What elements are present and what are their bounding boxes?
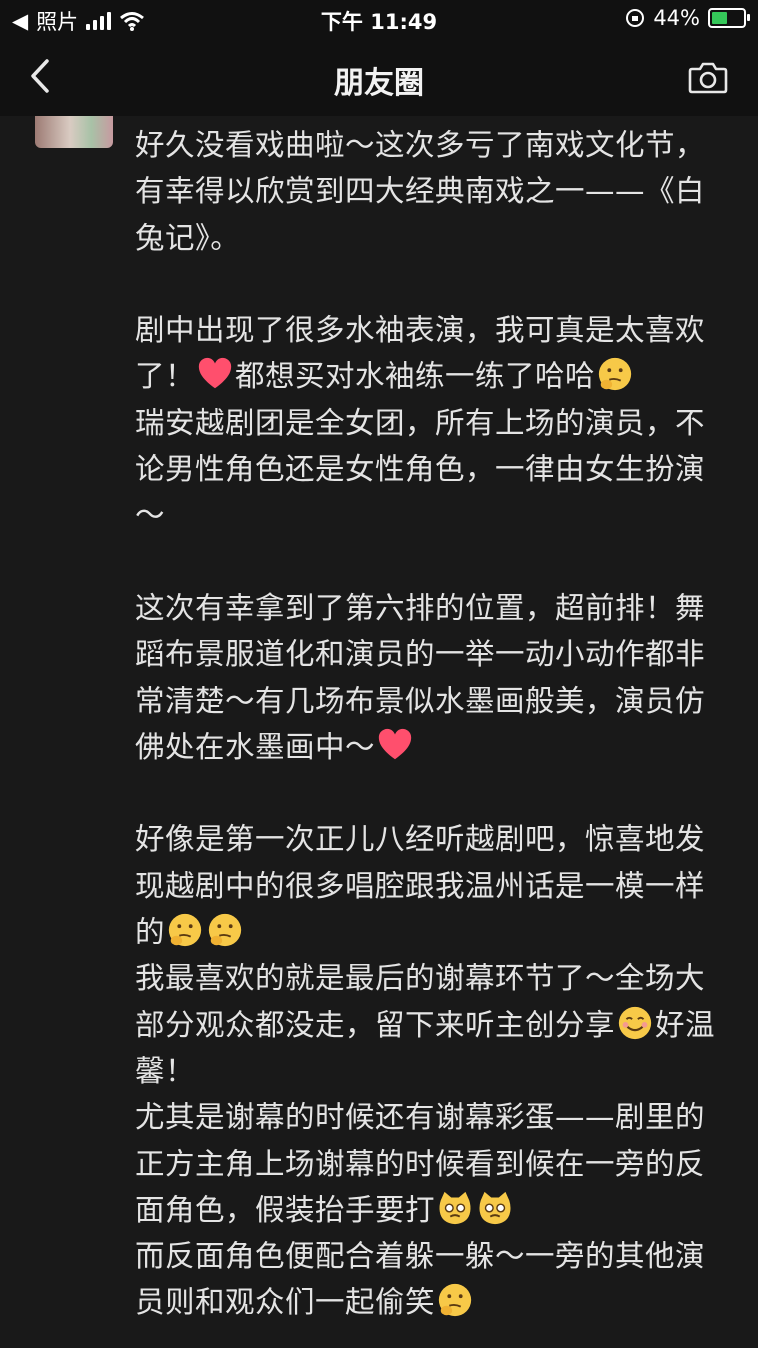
post-blank-line	[135, 261, 725, 307]
post-text-segment: 而反面角色便配合着躲一躲～一旁的其他演员则和观众们一起偷笑	[135, 1239, 706, 1320]
status-bar: ◀ 照片 下午 11:49 44%	[0, 0, 758, 40]
post-paragraph: 好久没看戏曲啦～这次多亏了南戏文化节，有幸得以欣赏到四大经典南戏之一——《白兔记…	[135, 128, 706, 255]
thinking-face-icon	[438, 1284, 472, 1317]
thinking-face-icon	[208, 913, 242, 947]
orientation-lock-icon	[626, 9, 645, 27]
battery-percent: 44%	[653, 6, 700, 30]
cat-face-icon	[479, 1191, 511, 1224]
page-title: 朋友圈	[334, 66, 424, 101]
camera-button[interactable]	[688, 60, 728, 94]
nav-bar: 朋友圈	[0, 40, 758, 116]
post-paragraph: 尤其是谢幕的时候还有谢幕彩蛋——剧里的正方主角上场谢幕的时候看到候在一旁的反面角…	[135, 1094, 725, 1233]
post-paragraph: 瑞安越剧团是全女团，所有上场的演员，不论男性角色还是女性角色，一律由女生扮演～	[135, 405, 706, 533]
post-blank-line	[135, 539, 725, 585]
post-paragraph: 我最喜欢的就是最后的谢幕环节了～全场大部分观众都没走，留下来听主创分享 好温馨！	[135, 955, 725, 1094]
smiling-face-icon	[618, 1006, 652, 1039]
thinking-face-icon	[168, 913, 202, 947]
post-paragraph: 这次有幸拿到了第六排的位置，超前排！舞蹈布景服道化和演员的一举一动小动作都非常清…	[135, 585, 725, 770]
cat-face-icon	[439, 1191, 471, 1224]
post-blank-line	[135, 770, 725, 816]
battery-icon	[708, 8, 750, 28]
battery-fill	[712, 12, 727, 24]
post-text-segment: 这次有幸拿到了第六排的位置，超前排！舞蹈布景服道化和演员的一举一动小动作都非常清…	[135, 590, 706, 764]
post-paragraph: 而反面角色便配合着躲一躲～一旁的其他演员则和观众们一起偷笑	[135, 1233, 725, 1326]
heart-icon	[378, 728, 412, 760]
thinking-face-icon	[598, 358, 632, 391]
post-text-segment: 尤其是谢幕的时候还有谢幕彩蛋——剧里的正方主角上场谢幕的时候看到候在一旁的反面角…	[135, 1100, 706, 1227]
avatar[interactable]	[35, 116, 113, 148]
heart-icon	[198, 358, 232, 389]
post-text: 好久没看戏曲啦～这次多亏了南戏文化节，有幸得以欣赏到四大经典南戏之一——《白兔记…	[135, 122, 725, 1326]
post-paragraph: 好像是第一次正儿八经听越剧吧，惊喜地发现越剧中的很多唱腔跟我温州话是一模一样的	[135, 816, 725, 955]
status-right: 44%	[625, 6, 750, 30]
post-paragraph: 剧中出现了很多水袖表演，我可真是太喜欢了！ 都想买对水袖练一练了哈哈	[135, 307, 725, 400]
post-text-segment: 都想买对水袖练一练了哈哈	[235, 359, 596, 394]
battery-cap	[747, 14, 750, 21]
